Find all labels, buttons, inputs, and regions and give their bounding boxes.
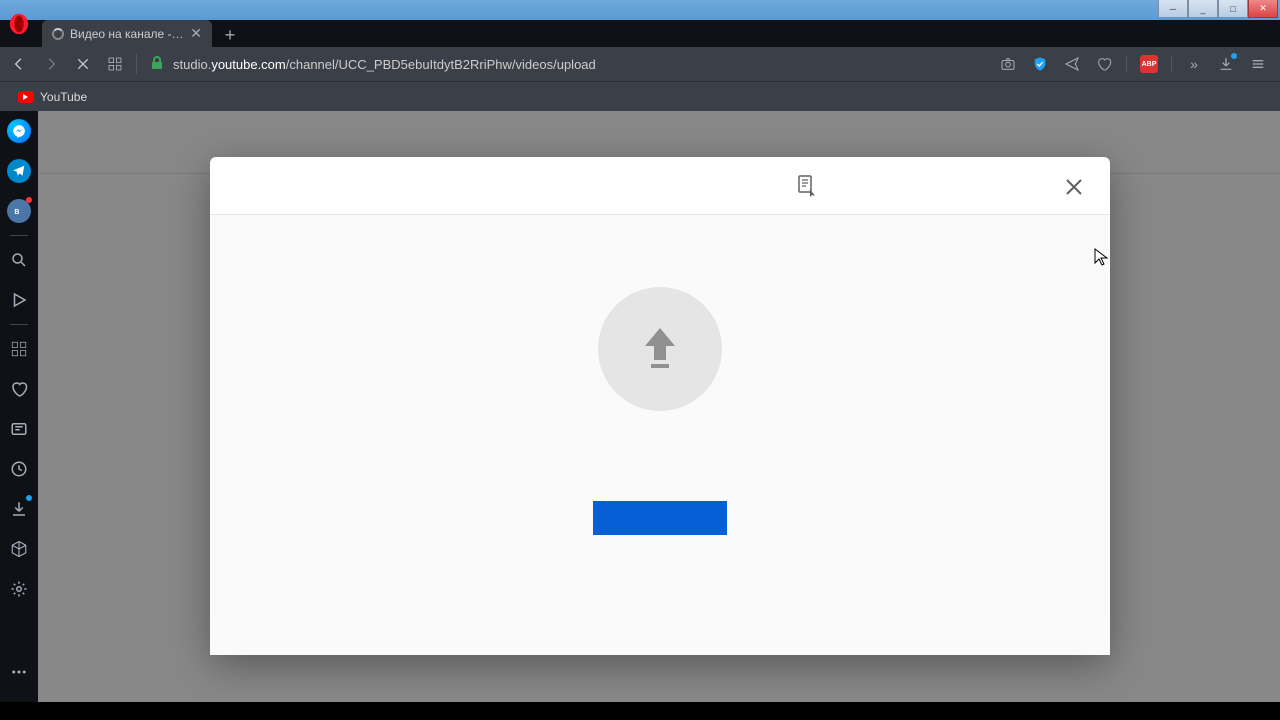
- dialog-body[interactable]: [210, 215, 1110, 655]
- grid-icon: [107, 56, 123, 72]
- window-controls: ─ _ □ ✕: [1158, 0, 1278, 18]
- taskbar: [0, 702, 1280, 720]
- tab-title: Видео на канале - YouTub: [70, 27, 186, 41]
- sidebar-settings[interactable]: [0, 569, 38, 609]
- dialog-close-button[interactable]: [1062, 175, 1086, 199]
- upload-arrow-icon: [639, 324, 681, 375]
- workspace: B: [0, 111, 1280, 702]
- news-icon: [10, 420, 28, 438]
- window-maximize-button[interactable]: □: [1218, 0, 1248, 18]
- sidebar-news[interactable]: [0, 409, 38, 449]
- search-icon: [10, 251, 28, 269]
- lock-icon[interactable]: [151, 56, 163, 73]
- tab-strip: Видео на канале - YouTub ✕ +: [0, 20, 1280, 47]
- menu-icon: [1250, 56, 1266, 72]
- dialog-header: [210, 157, 1110, 215]
- snapshot-button[interactable]: [998, 54, 1018, 74]
- bookmarks-bar: YouTube: [0, 81, 1280, 111]
- cube-icon: [10, 540, 28, 558]
- close-icon: [1064, 177, 1084, 197]
- separator: [10, 324, 28, 325]
- send-icon: [1064, 56, 1080, 72]
- browser-tab[interactable]: Видео на канале - YouTub ✕: [42, 20, 212, 47]
- grid-icon: [10, 340, 28, 358]
- svg-text:B: B: [14, 209, 19, 216]
- heart-button[interactable]: [1094, 54, 1114, 74]
- new-tab-button[interactable]: +: [218, 23, 242, 47]
- speed-dial-button[interactable]: [104, 53, 126, 75]
- stop-button[interactable]: [72, 53, 94, 75]
- clock-icon: [10, 460, 28, 478]
- feedback-icon: [798, 175, 816, 197]
- adblock-button[interactable]: ABP: [1139, 54, 1159, 74]
- window-pin-button[interactable]: ─: [1158, 0, 1188, 18]
- forward-button[interactable]: [40, 53, 62, 75]
- feedback-button[interactable]: [798, 175, 816, 197]
- chevron-left-icon: [11, 56, 27, 72]
- sidebar-pinboards[interactable]: [0, 369, 38, 409]
- page-content: [38, 111, 1280, 702]
- messenger-icon: [7, 119, 31, 143]
- badge-dot: [26, 495, 32, 501]
- download-icon: [10, 500, 28, 518]
- opera-icon: [8, 13, 30, 35]
- telegram-icon: [7, 159, 31, 183]
- window-titlebar: ─ _ □ ✕: [0, 0, 1280, 20]
- easy-setup-button[interactable]: [1248, 54, 1268, 74]
- sidebar-vk[interactable]: B: [0, 191, 38, 231]
- tab-close-button[interactable]: ✕: [190, 25, 202, 42]
- extensions-overflow-button[interactable]: »: [1184, 54, 1204, 74]
- dots-icon: [10, 663, 28, 681]
- sidebar-downloads[interactable]: [0, 489, 38, 529]
- separator: [1126, 56, 1127, 72]
- toolbar-icons: ABP »: [998, 54, 1272, 74]
- heart-icon: [1096, 56, 1112, 72]
- separator: [1171, 56, 1172, 72]
- shield-check-icon: [1032, 56, 1048, 72]
- shield-button[interactable]: [1030, 54, 1050, 74]
- sidebar: B: [0, 111, 38, 702]
- abp-icon: ABP: [1140, 55, 1158, 73]
- sidebar-more[interactable]: [0, 652, 38, 692]
- badge-dot: [26, 197, 32, 203]
- opera-menu-button[interactable]: [0, 0, 38, 47]
- upload-dialog: [210, 157, 1110, 655]
- back-button[interactable]: [8, 53, 30, 75]
- gear-icon: [10, 580, 28, 598]
- sidebar-history[interactable]: [0, 449, 38, 489]
- play-icon: [10, 291, 28, 309]
- youtube-icon: [18, 91, 34, 103]
- sidebar-telegram[interactable]: [0, 151, 38, 191]
- address-bar: studio.youtube.com/channel/UCC_PBD5ebuIt…: [0, 47, 1280, 81]
- bookmark-label: YouTube: [40, 90, 87, 104]
- select-files-button[interactable]: [593, 501, 727, 535]
- loading-spinner-icon: [52, 28, 64, 40]
- window-minimize-button[interactable]: _: [1188, 0, 1218, 18]
- heart-icon: [10, 380, 28, 398]
- sidebar-workspaces[interactable]: [0, 329, 38, 369]
- sidebar-player[interactable]: [0, 280, 38, 320]
- sidebar-search[interactable]: [0, 240, 38, 280]
- separator: [136, 54, 137, 74]
- separator: [10, 235, 28, 236]
- bookmark-youtube[interactable]: YouTube: [12, 86, 93, 108]
- sidebar-extensions[interactable]: [0, 529, 38, 569]
- sidebar-messenger[interactable]: [0, 111, 38, 151]
- badge-dot: [1231, 53, 1237, 59]
- send-button[interactable]: [1062, 54, 1082, 74]
- url-field[interactable]: studio.youtube.com/channel/UCC_PBD5ebuIt…: [173, 57, 988, 72]
- downloads-button[interactable]: [1216, 54, 1236, 74]
- window-close-button[interactable]: ✕: [1248, 0, 1278, 18]
- camera-icon: [1000, 56, 1016, 72]
- upload-drop-zone[interactable]: [598, 287, 722, 411]
- close-icon: [75, 56, 91, 72]
- chevron-right-icon: [43, 56, 59, 72]
